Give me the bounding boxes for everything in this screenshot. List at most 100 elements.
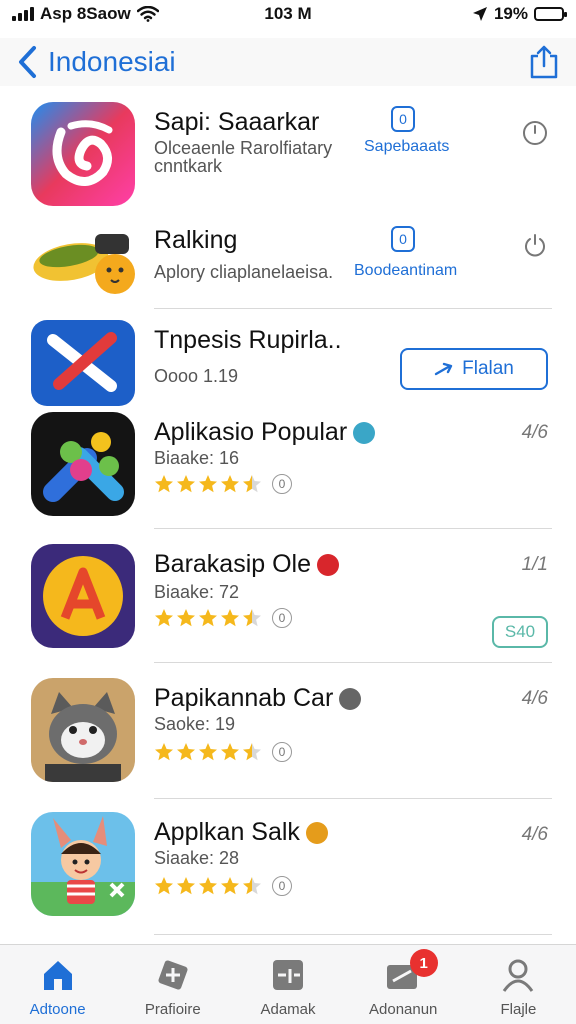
star-icon <box>199 609 217 627</box>
star-icon <box>221 877 239 895</box>
home-icon <box>43 961 72 990</box>
rank-label: 4/6 <box>521 824 548 845</box>
app-subtitle: Olceaenle Rarolfiatary <box>154 138 333 158</box>
wifi-icon <box>136 6 159 22</box>
verified-icon <box>305 822 328 845</box>
open-button-label: Flalan <box>462 358 514 379</box>
list-item[interactable]: Sapi: Saaarkar Olceaenle Rarolfiatary cn… <box>0 100 576 210</box>
games-icon <box>273 960 303 990</box>
carrier-label: Asp 8Saow <box>40 4 131 23</box>
food-app-icon[interactable] <box>31 212 135 316</box>
rank-label: 1/1 <box>521 554 548 575</box>
share-icon[interactable] <box>528 44 560 80</box>
power-icon[interactable] <box>522 232 548 258</box>
x-app-icon[interactable] <box>31 320 135 406</box>
status-bar: Asp 8Saow 103 M 19% <box>0 0 576 28</box>
list-item[interactable]: Barakasip Ole Biaake: 72 0 1/1 S40 <box>0 542 576 663</box>
star-icon <box>155 877 173 895</box>
open-button[interactable]: Flalan <box>400 348 548 390</box>
signal-icon <box>12 7 34 21</box>
status-time: 103 M <box>264 4 312 23</box>
app-name: Tnpesis Rupirla.. <box>154 326 342 354</box>
star-icon <box>199 475 217 493</box>
star-icon <box>177 743 195 761</box>
app-name-text: Barakasip Ole <box>154 550 312 578</box>
star-icon <box>177 877 195 895</box>
app-name: Papikannab Car <box>154 684 362 713</box>
kids-app-icon[interactable] <box>31 812 135 916</box>
tab-games[interactable]: Adamak <box>230 945 345 1024</box>
tab-home[interactable]: Adtoone <box>0 945 115 1024</box>
star-rating: 0 <box>154 474 292 494</box>
tab-profile[interactable]: Flajle <box>461 945 576 1024</box>
star-rating: 0 <box>154 876 292 896</box>
app-subtitle: Saoke: 19 <box>154 714 236 734</box>
letter-a-app-icon[interactable] <box>31 544 135 648</box>
circle-badge-icon: 0 <box>391 226 415 252</box>
tab-updates[interactable]: 1 Adonanun <box>346 945 461 1024</box>
circle-badge-icon: 0 <box>391 106 415 132</box>
app-link[interactable]: Boodeantinam <box>354 262 457 280</box>
app-link[interactable]: Sapebaaats <box>364 138 449 156</box>
star-icon <box>243 877 261 895</box>
divider <box>154 528 552 529</box>
price-button[interactable]: S40 <box>492 616 548 648</box>
list-item[interactable]: Ralking Aplory cliaplanelaeisa. 0 Boodea… <box>0 212 576 316</box>
divider <box>154 934 552 935</box>
tab-label: Adtoone <box>29 1001 86 1018</box>
verified-icon <box>353 422 376 445</box>
notification-badge: 1 <box>409 949 438 977</box>
tab-apps[interactable]: Prafioire <box>115 945 230 1024</box>
app-name-text: Papikannab Car <box>154 684 334 712</box>
tab-label: Flajle <box>500 1001 537 1018</box>
rating-count: 0 <box>272 742 292 762</box>
tab-label: Adonanun <box>369 1001 438 1018</box>
back-button[interactable]: Indonesiai <box>16 45 176 79</box>
app-subtitle: Biaake: 16 <box>154 448 240 468</box>
star-icon <box>155 609 173 627</box>
navigation-bar: Indonesiai <box>0 38 576 86</box>
tab-label: Prafioire <box>144 1001 201 1018</box>
app-name-text: Applkan Salk <box>154 818 300 846</box>
star-icon <box>221 609 239 627</box>
star-rating: 0 <box>154 742 292 762</box>
clock-icon[interactable] <box>522 120 548 146</box>
verified-icon <box>339 688 362 711</box>
page-title: Indonesiai <box>48 46 176 77</box>
status-left: Asp 8Saow <box>12 4 212 24</box>
rating-count: 0 <box>272 608 292 628</box>
rating-count: 0 <box>272 474 292 494</box>
star-icon <box>243 743 261 761</box>
star-icon <box>199 877 217 895</box>
star-icon <box>221 743 239 761</box>
list-item[interactable]: Tnpesis Rupirla.. Oooo 1.19 Flalan <box>0 316 576 406</box>
app-subtitle: Biaake: 72 <box>154 582 240 602</box>
star-icon <box>221 475 239 493</box>
battery-icon <box>534 7 567 21</box>
star-rating: 0 <box>154 608 292 628</box>
rating-count: 0 <box>272 876 292 896</box>
chevron-left-icon <box>19 46 36 78</box>
star-icon <box>177 475 195 493</box>
arrow-right-icon <box>434 362 453 376</box>
app-subtitle: Oooo 1.19 <box>154 366 239 386</box>
profile-icon <box>503 959 534 992</box>
divider <box>154 798 552 799</box>
tab-label: Adamak <box>260 1001 316 1018</box>
star-icon <box>177 609 195 627</box>
location-icon <box>472 7 487 21</box>
star-icon <box>155 743 173 761</box>
list-item[interactable]: Aplikasio Popular Biaake: 16 0 4/6 <box>0 410 576 530</box>
app-name: Sapi: Saaarkar <box>154 108 320 136</box>
list-item[interactable]: Applkan Salk Siaake: 28 0 4/6 <box>0 810 576 935</box>
app-subtitle: Siaake: 28 <box>154 848 240 868</box>
rank-label: 4/6 <box>521 422 548 443</box>
list-item[interactable]: Papikannab Car Saoke: 19 0 4/6 <box>0 676 576 799</box>
app-name: Barakasip Ole <box>154 550 340 579</box>
app-subtitle-2: cnntkark <box>154 156 223 176</box>
star-icon <box>155 475 173 493</box>
app-name: Aplikasio Popular <box>154 418 376 447</box>
cat-app-icon[interactable] <box>31 678 135 782</box>
puzzle-app-icon[interactable] <box>31 412 135 516</box>
social-app-icon[interactable] <box>31 102 135 206</box>
